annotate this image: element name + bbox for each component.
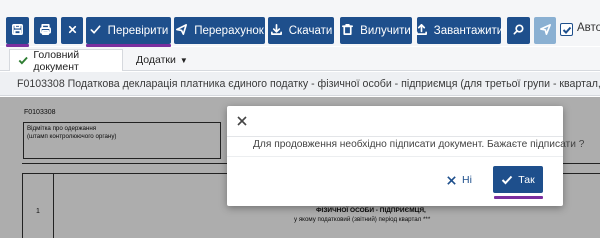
yes-button-label: Так — [518, 173, 535, 186]
trash-icon — [341, 23, 354, 39]
checkmark-icon — [18, 56, 28, 65]
yes-button[interactable]: Так — [493, 166, 543, 193]
close-icon — [237, 116, 247, 126]
recalculate-button-label: Перерахунок — [194, 24, 264, 37]
recalculate-button[interactable]: Перерахунок — [174, 17, 265, 44]
document-title: F0103308 Податкова декларація платника є… — [0, 72, 600, 96]
send-icon — [539, 23, 552, 39]
auto-checkbox-label: Авто — [577, 22, 600, 34]
upload-button[interactable]: Завантажити — [415, 17, 504, 44]
search-icon — [512, 23, 525, 39]
close-icon — [66, 23, 79, 39]
save-icon — [11, 23, 24, 39]
close-icon — [447, 175, 456, 185]
checkbox-check-icon — [562, 26, 571, 34]
check-button-label: Перевірити — [107, 24, 169, 37]
delete-button[interactable]: Вилучити — [340, 17, 412, 44]
auto-checkbox[interactable] — [560, 23, 573, 36]
checkmark-icon — [502, 175, 513, 184]
check-button[interactable]: Перевірити — [86, 17, 171, 44]
arrow-icon — [175, 23, 188, 39]
tab-attachments-label: Додатки — [136, 54, 176, 66]
toolbar: Перевірити Перерахунок Скачати Вилучити … — [0, 0, 600, 47]
no-button-label: Ні — [462, 174, 472, 186]
dialog-close-button[interactable] — [236, 114, 248, 126]
print-button[interactable] — [34, 17, 57, 44]
tab-attachments[interactable]: Додатки ▼ — [136, 49, 188, 71]
caret-down-icon: ▼ — [179, 55, 188, 65]
download-button-label: Скачати — [288, 24, 333, 37]
send-button[interactable] — [534, 17, 556, 44]
close-document-button[interactable] — [61, 17, 83, 44]
no-button[interactable]: Ні — [446, 169, 472, 191]
dialog-divider — [227, 136, 563, 137]
upload-button-label: Завантажити — [433, 24, 504, 37]
tab-main-document[interactable]: Головний документ — [9, 48, 123, 73]
download-icon — [270, 23, 283, 39]
app-page: Перевірити Перерахунок Скачати Вилучити … — [0, 0, 600, 238]
document-tabs: Головний документ Додатки ▼ — [0, 47, 600, 73]
dialog-divider — [227, 156, 563, 157]
sign-confirm-dialog: Для продовження необхідно підписати доку… — [227, 106, 584, 206]
print-icon — [39, 23, 52, 39]
yes-button-highlight — [494, 196, 543, 199]
upload-icon — [415, 23, 428, 39]
checkmark-icon — [89, 23, 102, 39]
delete-button-label: Вилучити — [360, 24, 411, 37]
save-button[interactable] — [6, 17, 29, 44]
download-button[interactable]: Скачати — [268, 17, 334, 44]
search-button[interactable] — [507, 17, 530, 44]
dialog-message: Для продовження необхідно підписати доку… — [253, 139, 585, 150]
tab-main-document-label: Головний документ — [33, 48, 80, 73]
